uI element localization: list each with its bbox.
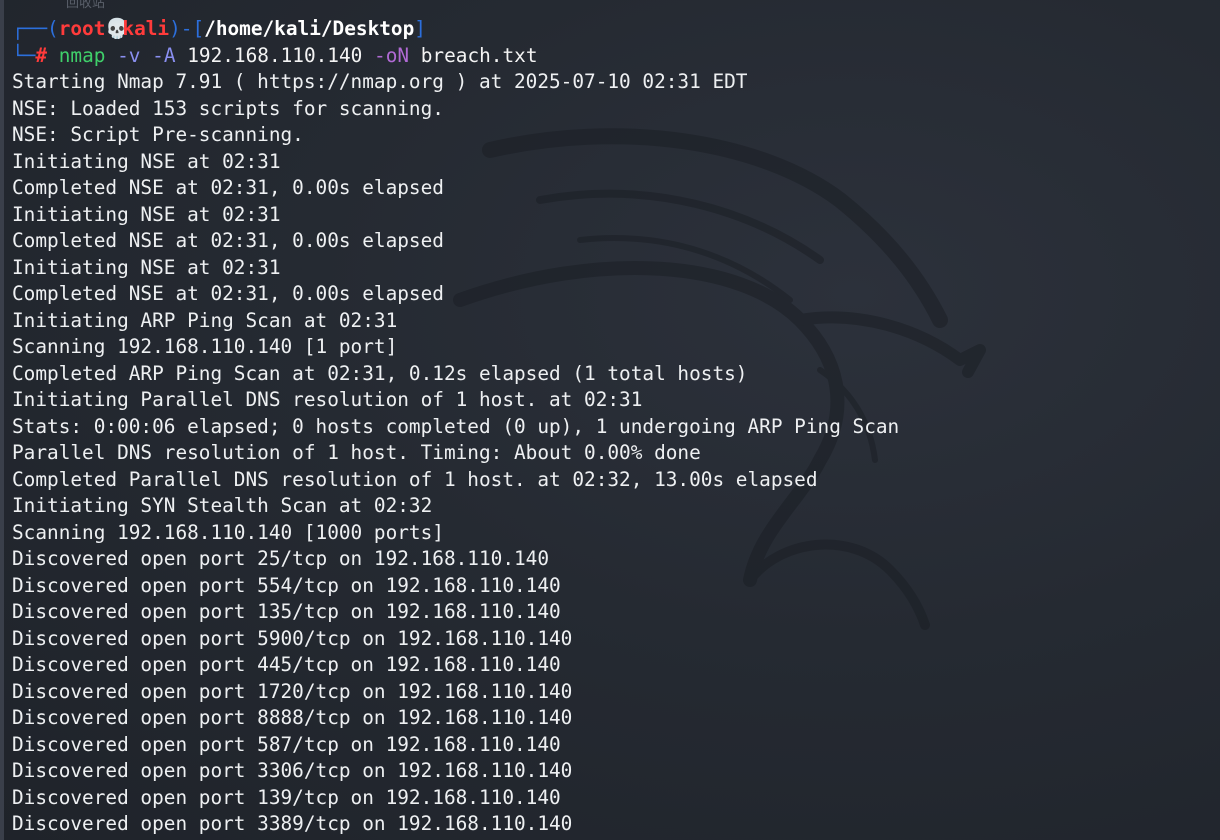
window-left-border bbox=[0, 0, 4, 840]
command-line[interactable]: └─# nmap -v -A 192.168.110.140 -oN breac… bbox=[12, 43, 1220, 70]
output-line: Discovered open port 5900/tcp on 192.168… bbox=[12, 626, 573, 650]
output-line: Discovered open port 1720/tcp on 192.168… bbox=[12, 679, 573, 703]
command-flag-v: -v bbox=[117, 43, 141, 67]
prompt-host: kali bbox=[122, 17, 170, 40]
output-line: Scanning 192.168.110.140 [1 port] bbox=[12, 335, 398, 358]
output-line: Discovered open port 587/tcp on 192.168.… bbox=[12, 732, 561, 756]
skull-icon: 💀 bbox=[105, 17, 130, 40]
command-outfile: breach.txt bbox=[420, 43, 538, 67]
output-line: Discovered open port 8888/tcp on 192.168… bbox=[12, 706, 573, 729]
prompt-path: /home/kali/Desktop bbox=[204, 17, 415, 40]
output-line: Starting Nmap 7.91 ( https://nmap.org ) … bbox=[12, 70, 748, 93]
output-line: Parallel DNS resolution of 1 host. Timin… bbox=[12, 441, 701, 464]
command-program: nmap bbox=[58, 43, 106, 67]
prompt-line: ┌──(root💀kali)-[/home/kali/Desktop] bbox=[12, 16, 1220, 43]
output-line: Initiating ARP Ping Scan at 02:31 bbox=[12, 308, 398, 332]
command-flag-a: -A bbox=[152, 43, 176, 67]
output-line: Discovered open port 3389/tcp on 192.168… bbox=[12, 812, 573, 835]
desktop-ghost-label: 回收站 bbox=[66, 0, 106, 11]
output-line: Completed NSE at 02:31, 0.00s elapsed bbox=[12, 282, 444, 305]
output-line: Discovered open port 135/tcp on 192.168.… bbox=[12, 600, 561, 623]
prompt-user: root bbox=[58, 17, 106, 40]
output-line: Discovered open port 554/tcp on 192.168.… bbox=[12, 573, 561, 597]
output-line: Discovered open port 3306/tcp on 192.168… bbox=[12, 759, 573, 782]
output-line: Discovered open port 25/tcp on 192.168.1… bbox=[12, 547, 550, 570]
output-line: NSE: Script Pre-scanning. bbox=[12, 123, 304, 146]
prompt-corner-top: ┌──( bbox=[12, 17, 59, 40]
prompt-bracket-close: ] bbox=[414, 17, 426, 40]
output-line: Initiating NSE at 02:31 bbox=[12, 255, 281, 279]
output-line: Completed ARP Ping Scan at 02:31, 0.12s … bbox=[12, 361, 748, 385]
output-line: Initiating Parallel DNS resolution of 1 … bbox=[12, 388, 643, 411]
terminal-output: ┌──(root💀kali)-[/home/kali/Desktop] └─# … bbox=[12, 16, 1220, 838]
prompt-symbol: # bbox=[35, 43, 48, 67]
prompt-separator: )-[ bbox=[169, 17, 205, 40]
output-line: Discovered open port 139/tcp on 192.168.… bbox=[12, 785, 561, 809]
output-line: Initiating NSE at 02:31 bbox=[12, 202, 281, 226]
output-line: Initiating NSE at 02:31 bbox=[12, 149, 281, 173]
output-line: Completed NSE at 02:31, 0.00s elapsed bbox=[12, 229, 444, 252]
command-flag-on: -oN bbox=[374, 43, 410, 67]
command-target: 192.168.110.140 bbox=[187, 43, 363, 67]
output-line: Stats: 0:00:06 elapsed; 0 hosts complete… bbox=[12, 414, 900, 438]
terminal-window[interactable]: 回收站 ┌──(root💀kali)-[/home/kali/Desktop] … bbox=[0, 0, 1220, 840]
output-line: Initiating SYN Stealth Scan at 02:32 bbox=[12, 494, 433, 517]
output-line: Completed NSE at 02:31, 0.00s elapsed bbox=[12, 176, 444, 199]
prompt-corner-bottom: └─ bbox=[12, 43, 36, 67]
output-line: Discovered open port 445/tcp on 192.168.… bbox=[12, 653, 561, 676]
output-line: NSE: Loaded 153 scripts for scanning. bbox=[12, 96, 444, 120]
output-line: Completed Parallel DNS resolution of 1 h… bbox=[12, 467, 818, 491]
output-line: Scanning 192.168.110.140 [1000 ports] bbox=[12, 520, 444, 544]
